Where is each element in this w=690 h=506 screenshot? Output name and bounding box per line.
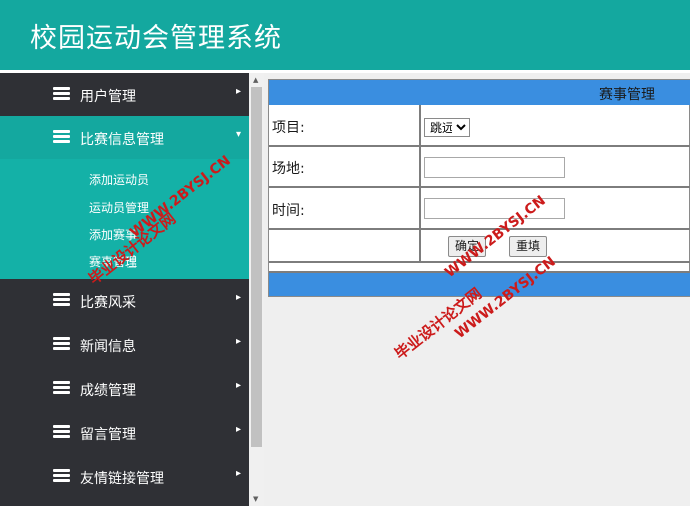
sidebar-item-label: 新闻信息 — [80, 339, 136, 355]
stack-icon — [53, 425, 70, 439]
sidebar-item-label: 留言管理 — [80, 427, 136, 443]
label-cell — [269, 230, 421, 261]
sidebar-item-links[interactable]: 友情链接管理 ▸ — [0, 455, 249, 499]
label-cell: 时间: — [269, 188, 421, 228]
sidebar: 用户管理 ▸ 比赛信息管理 ▾ 比赛风采 ▸ 新闻信息 ▸ 成绩管理 ▸ 留言管… — [0, 73, 249, 506]
sidebar-item-competition-info[interactable]: 比赛信息管理 ▾ — [0, 116, 249, 160]
main-content: 赛事管理 项目: 跳远 场地: 时间: 确定 重填 — [264, 73, 690, 506]
stack-icon — [53, 293, 70, 307]
event-form-panel: 赛事管理 项目: 跳远 场地: 时间: 确定 重填 — [268, 79, 690, 297]
sidebar-submenu: 添加运动员 运动员管理 添加赛事 赛事管理 — [0, 159, 249, 279]
chevron-right-icon: ▸ — [235, 380, 241, 391]
item-select[interactable]: 跳远 — [424, 118, 470, 137]
venue-label: 场地: — [272, 161, 305, 177]
app-header: 校园运动会管理系统 — [0, 0, 690, 70]
reset-button[interactable]: 重填 — [509, 236, 547, 257]
submenu-item-add-athlete[interactable]: 添加运动员 — [89, 171, 149, 188]
confirm-button[interactable]: 确定 — [448, 236, 486, 257]
venue-input[interactable] — [424, 157, 565, 178]
time-input[interactable] — [424, 198, 565, 219]
stack-icon — [53, 381, 70, 395]
chevron-right-icon: ▸ — [235, 336, 241, 347]
form-row-item: 项目: 跳远 — [269, 105, 690, 147]
form-row-time: 时间: — [269, 188, 690, 230]
panel-header: 赛事管理 — [269, 80, 690, 105]
app-title: 校园运动会管理系统 — [30, 23, 282, 54]
sidebar-item-scores[interactable]: 成绩管理 ▸ — [0, 367, 249, 411]
submenu-item-add-event[interactable]: 添加赛事 — [89, 226, 137, 243]
sidebar-item-news[interactable]: 新闻信息 ▸ — [0, 323, 249, 367]
chevron-right-icon: ▸ — [235, 468, 241, 479]
form-row-venue: 场地: — [269, 147, 690, 188]
chevron-down-icon: ▾ — [235, 129, 241, 140]
stack-icon — [53, 469, 70, 483]
sidebar-scrollbar[interactable]: ▲ ▼ — [249, 73, 264, 506]
sidebar-item-label: 比赛信息管理 — [80, 132, 164, 148]
chevron-right-icon: ▸ — [235, 86, 241, 97]
label-cell: 项目: — [269, 105, 421, 145]
scroll-down-icon[interactable]: ▼ — [253, 495, 258, 503]
label-cell: 场地: — [269, 147, 421, 186]
stack-icon — [53, 87, 70, 101]
sidebar-item-user-management[interactable]: 用户管理 ▸ — [0, 73, 249, 117]
scrollbar-thumb[interactable] — [251, 87, 262, 447]
stack-icon — [53, 337, 70, 351]
sidebar-item-label: 成绩管理 — [80, 383, 136, 399]
chevron-right-icon: ▸ — [235, 292, 241, 303]
sidebar-item-label: 用户管理 — [80, 89, 136, 105]
scroll-up-icon[interactable]: ▲ — [253, 76, 258, 84]
submenu-item-athlete-management[interactable]: 运动员管理 — [89, 199, 149, 216]
chevron-right-icon: ▸ — [235, 424, 241, 435]
sidebar-item-label: 友情链接管理 — [80, 471, 164, 487]
panel-title: 赛事管理 — [599, 87, 655, 103]
hand-cursor-icon: ☝ — [126, 252, 137, 273]
sidebar-item-competition-gallery[interactable]: 比赛风采 ▸ — [0, 279, 249, 323]
item-label: 项目: — [272, 120, 305, 136]
sidebar-item-messages[interactable]: 留言管理 ▸ — [0, 411, 249, 455]
sidebar-item-label: 比赛风采 — [80, 295, 136, 311]
stack-icon — [53, 130, 70, 144]
time-label: 时间: — [272, 203, 305, 219]
form-row-actions: 确定 重填 — [269, 230, 690, 263]
panel-footer — [269, 271, 690, 296]
